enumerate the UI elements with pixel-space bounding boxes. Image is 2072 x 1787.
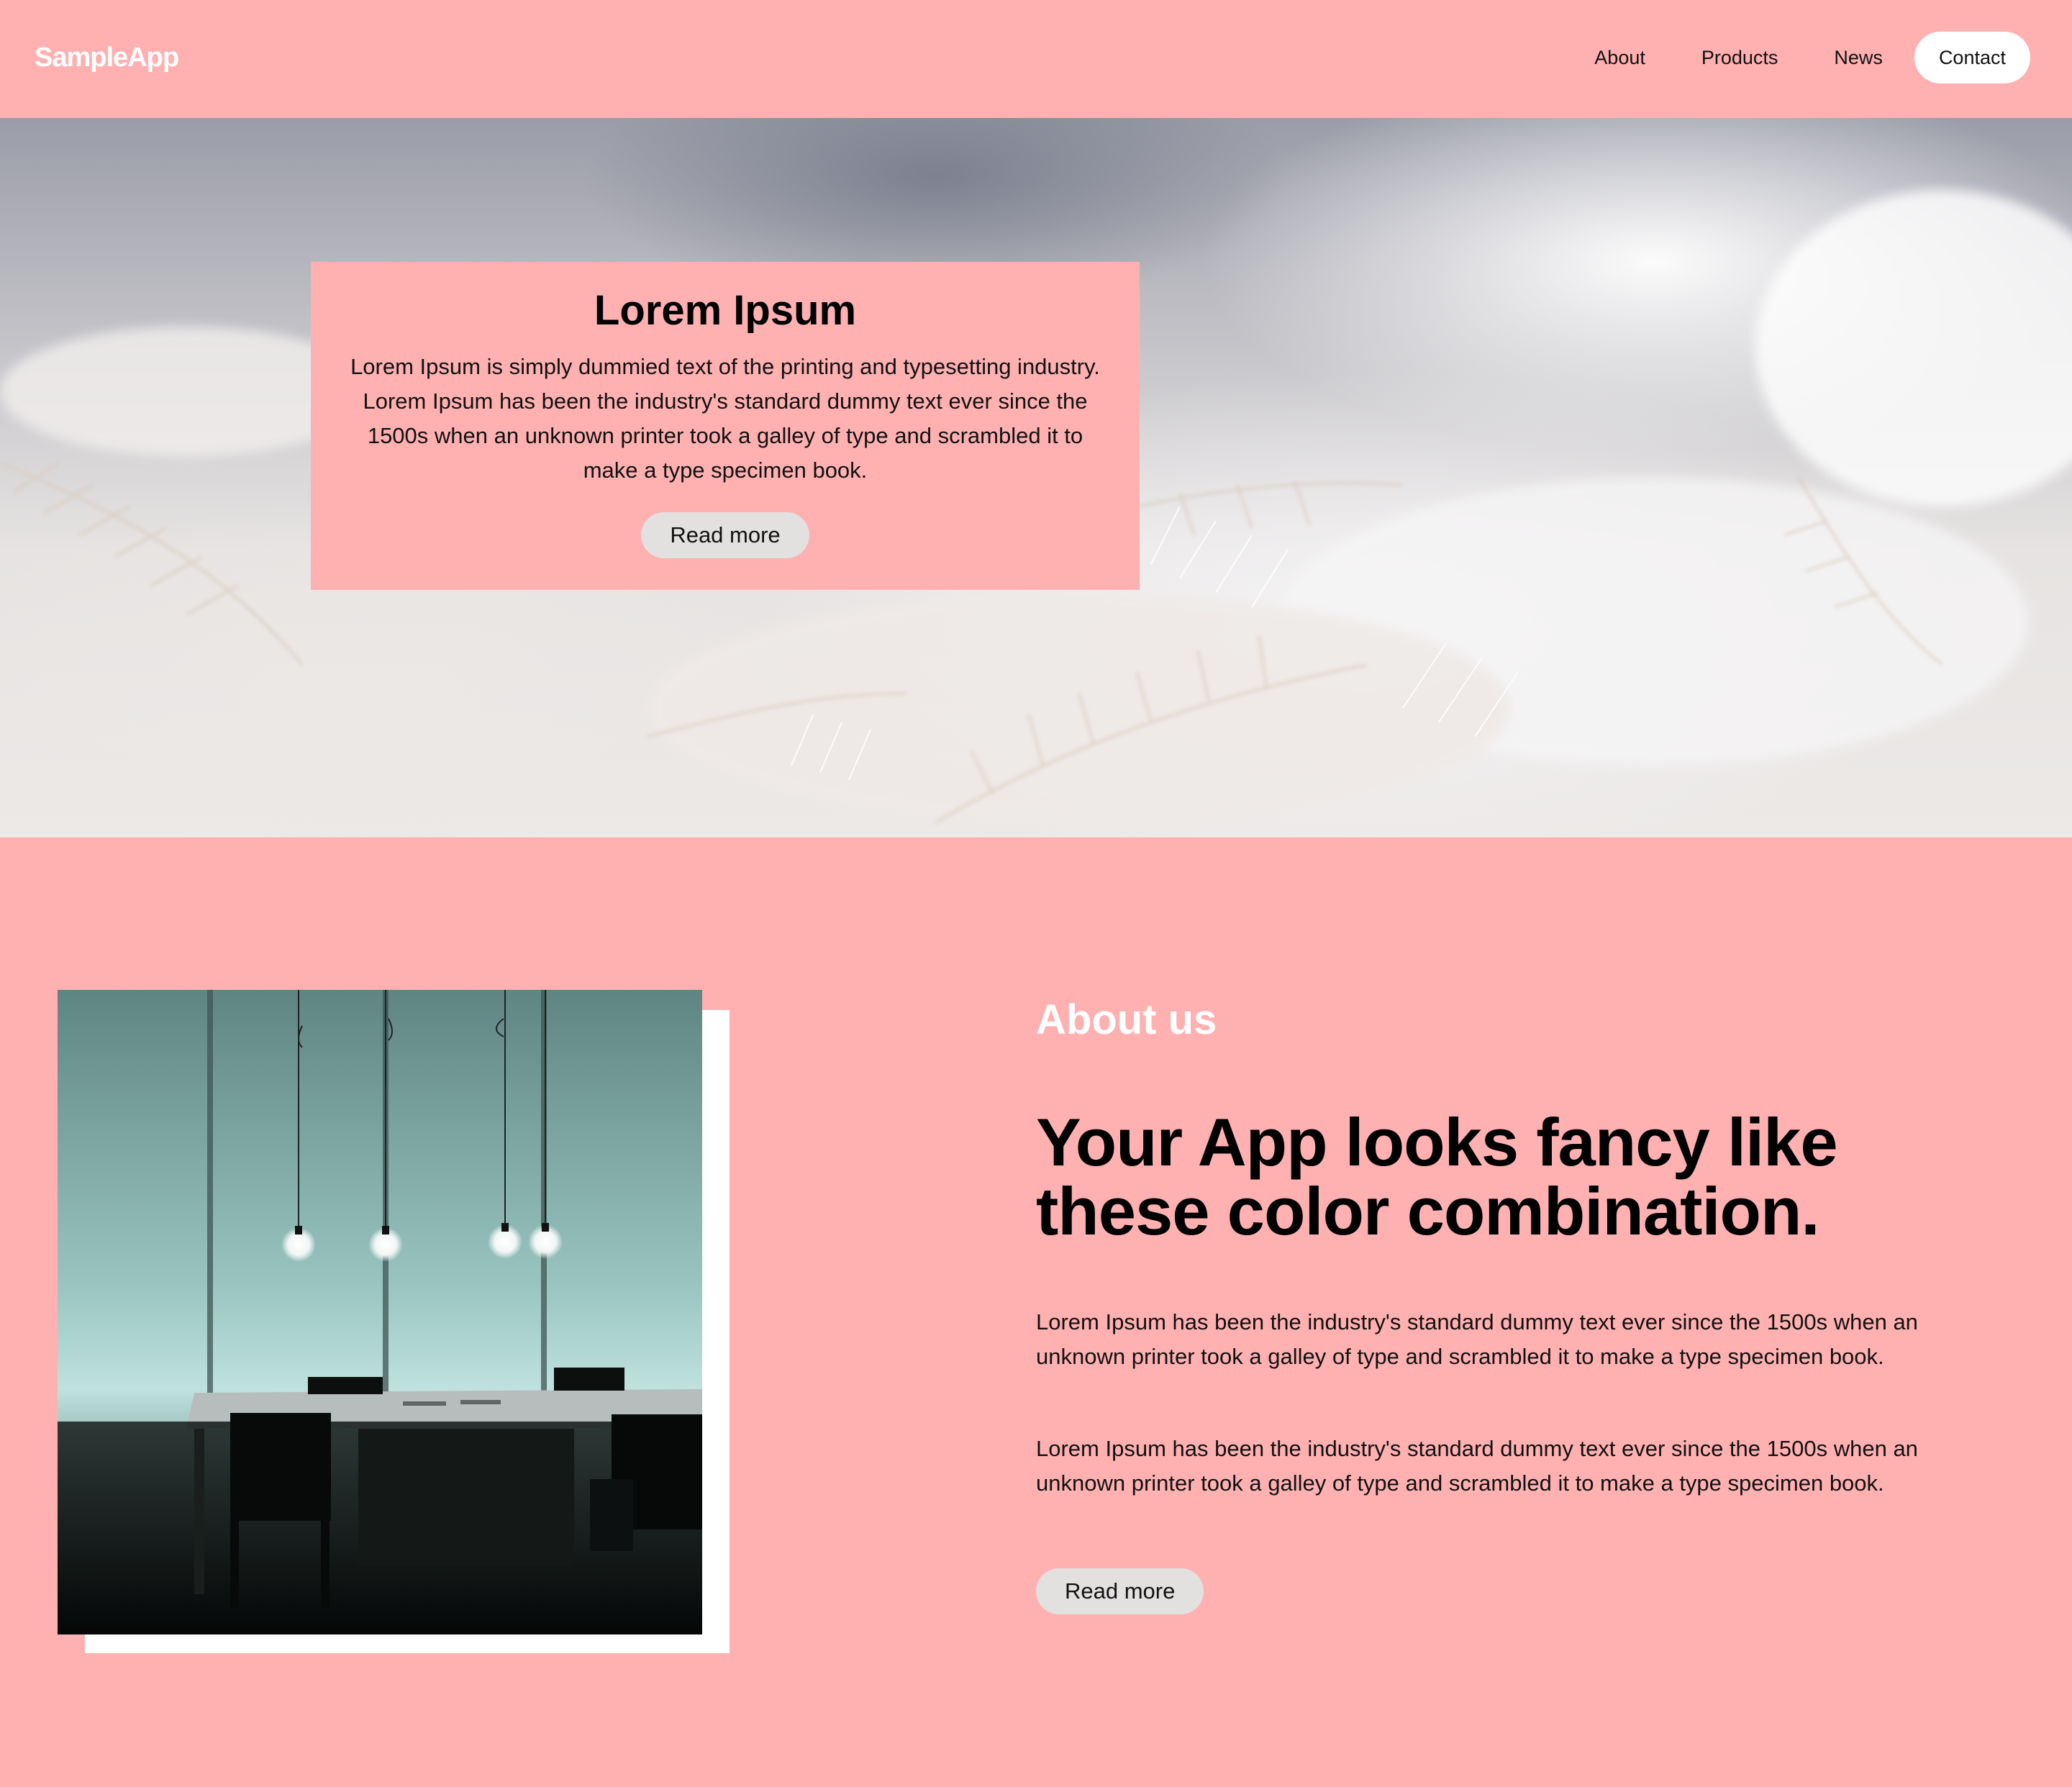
about-heading: Your App looks fancy like these color co… — [1036, 1104, 1838, 1249]
app-logo[interactable]: SampleApp — [35, 40, 179, 75]
about-paragraph-2: Lorem Ipsum has been the industry's stan… — [1036, 1436, 1918, 1496]
meeting-room-image — [58, 990, 702, 1634]
nav-contact-button[interactable]: Contact — [1914, 32, 2030, 83]
hero-title: Lorem Ipsum — [594, 287, 857, 334]
nav-news-link[interactable]: News — [1809, 32, 1907, 83]
top-navbar: SampleApp About Products News Contact — [0, 0, 2072, 118]
about-paragraph-1: Lorem Ipsum has been the industry's stan… — [1036, 1309, 1918, 1369]
nav-about-link[interactable]: About — [1570, 32, 1670, 83]
hero-description: Lorem Ipsum is simply dummied text of th… — [350, 354, 1100, 483]
nav-products-link[interactable]: Products — [1677, 32, 1803, 83]
main-nav: About Products News Contact — [1570, 32, 2030, 83]
hero-card: Lorem Ipsum Lorem Ipsum is simply dummie… — [311, 262, 1140, 590]
about-us-label: About us — [1036, 996, 1217, 1043]
about-section: About us Your App looks fancy like these… — [0, 837, 2072, 1787]
hero-read-more-button[interactable]: Read more — [641, 512, 809, 558]
hero-section: Lorem Ipsum Lorem Ipsum is simply dummie… — [0, 118, 2072, 837]
about-read-more-button[interactable]: Read more — [1036, 1568, 1204, 1614]
